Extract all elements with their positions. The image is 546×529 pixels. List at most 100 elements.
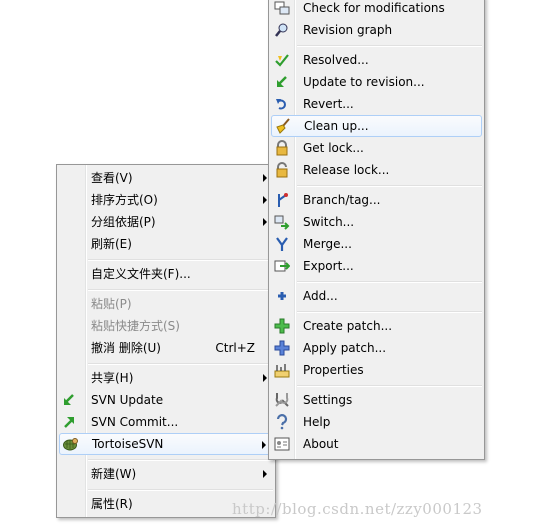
menu-item-svn-commit[interactable]: SVN Commit...: [59, 411, 273, 433]
submenu-arrow-icon: [262, 441, 266, 449]
submenu-arrow-icon: [263, 374, 267, 382]
menu-item-label: TortoiseSVN: [92, 437, 164, 451]
revision-graph-icon: [274, 22, 290, 38]
menu-item-label: 共享(H): [91, 371, 134, 385]
menu-item-refresh[interactable]: 刷新(E): [59, 233, 273, 255]
menu-item-paste[interactable]: 粘贴(P): [59, 293, 273, 315]
menu-item-label: Export...: [303, 259, 354, 273]
resolved-icon: [274, 52, 290, 68]
lock-icon: [274, 140, 290, 156]
menu-item-tortoisesvn[interactable]: TortoiseSVN: [59, 433, 273, 455]
svn-commit-icon: [61, 414, 77, 430]
shortcut-label: Ctrl+Z: [215, 341, 255, 355]
menu-separator: [297, 281, 482, 283]
menu-item-label: Update to revision...: [303, 75, 425, 89]
menu-item-help[interactable]: Help: [271, 411, 482, 433]
svn-update-icon: [61, 392, 77, 408]
menu-item-group-by[interactable]: 分组依据(P): [59, 211, 273, 233]
export-icon: [274, 258, 290, 274]
menu-item-label: Help: [303, 415, 331, 429]
menu-item-label: Clean up...: [304, 119, 369, 133]
menu-item-revision-graph[interactable]: Revision graph: [271, 19, 482, 41]
properties-icon: [274, 362, 290, 378]
menu-separator: [88, 459, 273, 461]
unlock-icon: [274, 162, 290, 178]
menu-item-update-to-revision[interactable]: Update to revision...: [271, 71, 482, 93]
menu-item-label: 粘贴快捷方式(S): [91, 319, 180, 333]
menu-item-label: Add...: [303, 289, 338, 303]
menu-item-label: 粘贴(P): [91, 297, 132, 311]
menu-item-label: Revision graph: [303, 23, 393, 37]
menu-item-sort-by[interactable]: 排序方式(O): [59, 189, 273, 211]
menu-item-undo-delete[interactable]: 撤消 删除(U) Ctrl+Z: [59, 337, 273, 359]
menu-item-paste-shortcut[interactable]: 粘贴快捷方式(S): [59, 315, 273, 337]
explorer-context-menu: 查看(V) 排序方式(O) 分组依据(P) 刷新(E) 自定义文件夹(F)...…: [56, 164, 276, 518]
cleanup-icon: [275, 118, 291, 134]
revert-icon: [274, 96, 290, 112]
menu-item-label: 刷新(E): [91, 237, 132, 251]
submenu-arrow-icon: [263, 218, 267, 226]
menu-separator: [297, 385, 482, 387]
apply-patch-icon: [274, 340, 290, 356]
menu-item-label: Settings: [303, 393, 353, 407]
menu-item-label: Apply patch...: [303, 341, 387, 355]
menu-item-settings[interactable]: Settings: [271, 389, 482, 411]
menu-item-label: 排序方式(O): [91, 193, 158, 207]
menu-item-properties[interactable]: Properties: [271, 359, 482, 381]
switch-icon: [274, 214, 290, 230]
menu-item-share[interactable]: 共享(H): [59, 367, 273, 389]
menu-item-label: 新建(W): [91, 467, 137, 481]
merge-icon: [274, 236, 290, 252]
update-revision-icon: [274, 74, 290, 90]
menu-item-check-modifications[interactable]: Check for modifications: [271, 0, 482, 19]
menu-item-label: Release lock...: [303, 163, 390, 177]
menu-item-label: Create patch...: [303, 319, 393, 333]
menu-item-label: Revert...: [303, 97, 354, 111]
menu-separator: [297, 311, 482, 313]
menu-item-revert[interactable]: Revert...: [271, 93, 482, 115]
menu-item-view[interactable]: 查看(V): [59, 167, 273, 189]
branch-icon: [274, 192, 290, 208]
menu-item-label: Check for modifications: [303, 1, 445, 15]
menu-item-switch[interactable]: Switch...: [271, 211, 482, 233]
menu-item-about[interactable]: About: [271, 433, 482, 455]
menu-item-label: SVN Commit...: [91, 415, 179, 429]
menu-item-customize-folder[interactable]: 自定义文件夹(F)...: [59, 263, 273, 285]
menu-item-add[interactable]: Add...: [271, 285, 482, 307]
menu-item-export[interactable]: Export...: [271, 255, 482, 277]
menu-item-label: 撤消 删除(U): [91, 341, 161, 355]
menu-item-svn-update[interactable]: SVN Update: [59, 389, 273, 411]
tortoisesvn-submenu: Check for modifications Revision graph R…: [268, 0, 485, 460]
menu-separator: [297, 45, 482, 47]
menu-item-label: Properties: [303, 363, 364, 377]
menu-item-label: Merge...: [303, 237, 352, 251]
menu-item-clean-up[interactable]: Clean up...: [271, 115, 482, 137]
menu-item-resolved[interactable]: Resolved...: [271, 49, 482, 71]
about-icon: [274, 436, 290, 452]
menu-item-branch-tag[interactable]: Branch/tag...: [271, 189, 482, 211]
menu-item-label: 自定义文件夹(F)...: [91, 267, 191, 281]
menu-item-merge[interactable]: Merge...: [271, 233, 482, 255]
submenu-arrow-icon: [263, 470, 267, 478]
menu-item-release-lock[interactable]: Release lock...: [271, 159, 482, 181]
settings-icon: [274, 392, 290, 408]
menu-item-label: 分组依据(P): [91, 215, 156, 229]
menu-separator: [88, 363, 273, 365]
submenu-arrow-icon: [263, 174, 267, 182]
help-icon: [274, 414, 290, 430]
menu-item-label: Switch...: [303, 215, 355, 229]
menu-separator: [88, 489, 273, 491]
menu-item-label: SVN Update: [91, 393, 164, 407]
menu-item-new[interactable]: 新建(W): [59, 463, 273, 485]
menu-item-label: 属性(R): [91, 497, 133, 511]
menu-separator: [297, 185, 482, 187]
tortoisesvn-icon: [62, 436, 78, 452]
menu-item-get-lock[interactable]: Get lock...: [271, 137, 482, 159]
menu-item-label: Resolved...: [303, 53, 369, 67]
check-modifications-icon: [274, 0, 290, 16]
menu-item-create-patch[interactable]: Create patch...: [271, 315, 482, 337]
menu-separator: [88, 289, 273, 291]
menu-item-apply-patch[interactable]: Apply patch...: [271, 337, 482, 359]
menu-separator: [88, 259, 273, 261]
menu-item-label: Branch/tag...: [303, 193, 381, 207]
